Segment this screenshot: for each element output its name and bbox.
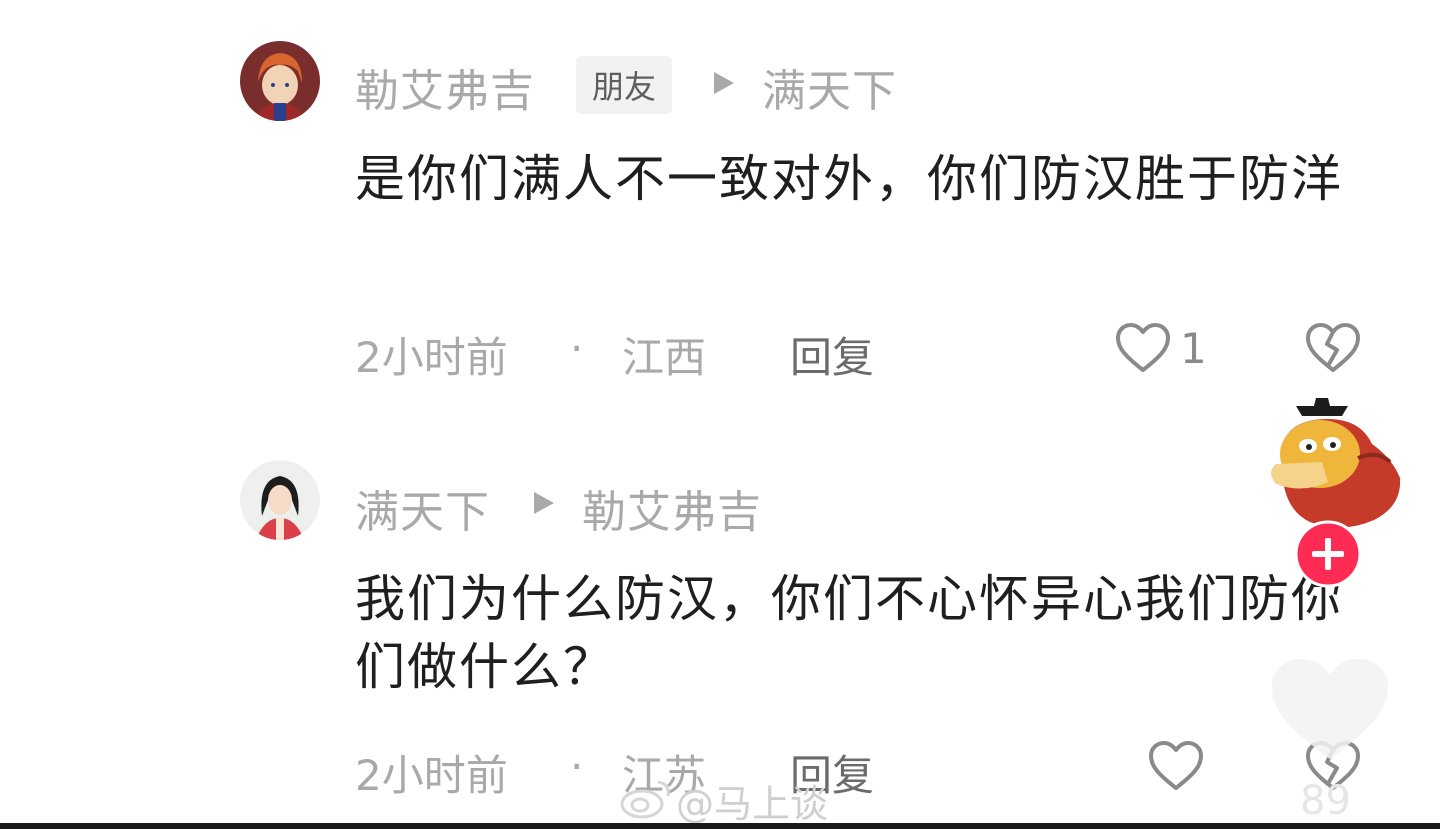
author-name[interactable]: 满天下	[355, 476, 490, 540]
watermark-text: @马上谈	[676, 782, 829, 826]
bottom-border	[0, 823, 1440, 829]
comment-time: 2小时前	[355, 751, 508, 800]
author-name[interactable]: 勒艾弗吉	[355, 55, 535, 119]
like-count: 1	[1180, 324, 1207, 373]
follow-plus-button[interactable]	[1294, 520, 1362, 592]
video-like-heart-icon[interactable]	[1268, 655, 1392, 769]
avatar[interactable]	[240, 41, 320, 121]
reply-button[interactable]: 回复	[790, 324, 874, 385]
comment-text: 我们为什么防汉，你们不心怀异心我们防你们做什么？	[355, 570, 1343, 696]
avatar[interactable]	[240, 460, 320, 540]
reply-arrow-icon	[714, 72, 734, 94]
reply-arrow-icon	[534, 492, 554, 514]
video-like-count: 89	[1300, 778, 1351, 824]
comment-text: 是你们满人不一致对外，你们防汉胜于防洋	[355, 150, 1343, 208]
like-heart-icon[interactable]	[1115, 322, 1171, 378]
comment-location: 江西	[622, 333, 707, 382]
meta-separator: ·	[570, 324, 584, 373]
reply-to-name[interactable]: 满天下	[762, 55, 897, 119]
friend-badge: 朋友	[576, 56, 673, 114]
dislike-broken-heart-icon[interactable]	[1305, 322, 1361, 378]
meta-separator: ·	[570, 742, 584, 791]
comment-time: 2小时前	[355, 333, 508, 382]
reply-to-name[interactable]: 勒艾弗吉	[582, 476, 762, 540]
like-heart-icon[interactable]	[1148, 740, 1204, 796]
weibo-logo-icon	[618, 776, 674, 824]
